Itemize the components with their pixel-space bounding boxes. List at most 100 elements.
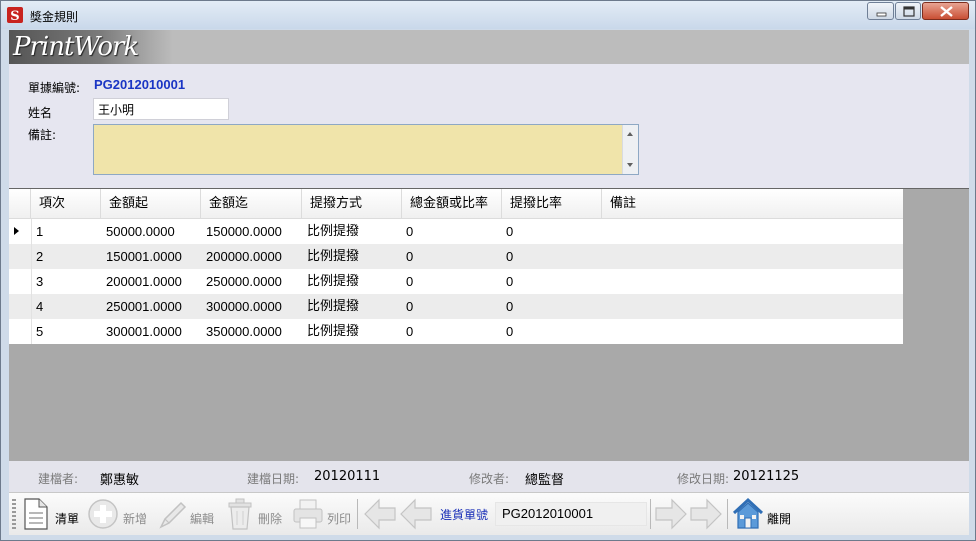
title-bar[interactable]: S 獎金規則 — [1, 1, 975, 29]
cell-method[interactable]: 比例提撥 — [307, 269, 359, 294]
current-row-icon — [14, 227, 19, 235]
last-record-button[interactable] — [689, 497, 723, 531]
cell-amount-to[interactable]: 150000.0000 — [206, 219, 282, 244]
cell-total-or-ratio[interactable]: 0 — [406, 219, 413, 244]
edit-button[interactable]: 編輯 — [157, 497, 219, 531]
scroll-down-icon[interactable] — [627, 163, 633, 167]
add-button-label: 新增 — [123, 512, 148, 526]
first-record-button[interactable] — [363, 497, 397, 531]
cell-total-or-ratio[interactable]: 0 — [406, 294, 413, 319]
cell-ratio[interactable]: 0 — [506, 244, 513, 269]
created-date-value: 20120111 — [314, 469, 381, 484]
remark-textarea[interactable] — [93, 124, 639, 175]
cell-amount-from[interactable]: 150001.0000 — [106, 244, 182, 269]
exit-button[interactable]: 離開 — [732, 497, 802, 531]
close-icon — [940, 6, 953, 17]
app-window: S 獎金規則 PrintWork 單據編號: PG2012010001 姓名 王… — [0, 0, 976, 541]
column-header-ratio[interactable]: 提撥比率 — [502, 189, 602, 218]
cell-method[interactable]: 比例提撥 — [307, 219, 359, 244]
arrow-right-icon — [655, 498, 687, 530]
cell-amount-from[interactable]: 300001.0000 — [106, 319, 182, 344]
doc-no-value: PG2012010001 — [94, 77, 186, 92]
row-header[interactable] — [9, 219, 32, 244]
cell-amount-to[interactable]: 350000.0000 — [206, 319, 282, 344]
arrow-left-icon — [400, 498, 432, 530]
toolbar-grip[interactable] — [12, 499, 16, 529]
pencil-icon — [159, 501, 187, 529]
column-header-remark[interactable]: 備註 — [602, 189, 903, 218]
cell-amount-from[interactable]: 50000.0000 — [106, 219, 175, 244]
toolbar-separator — [650, 499, 651, 529]
row-header[interactable] — [9, 319, 32, 344]
close-button[interactable] — [922, 2, 969, 20]
delete-button[interactable]: 刪除 — [225, 497, 287, 531]
table-row[interactable]: 4 250001.0000 300000.0000 比例提撥 0 0 — [9, 294, 903, 319]
cell-item[interactable]: 5 — [36, 319, 43, 344]
cell-method[interactable]: 比例提撥 — [307, 319, 359, 344]
cell-amount-from[interactable]: 250001.0000 — [106, 294, 182, 319]
name-label: 姓名 — [28, 106, 53, 120]
cell-amount-from[interactable]: 200001.0000 — [106, 269, 182, 294]
table-row[interactable]: 1 50000.0000 150000.0000 比例提撥 0 0 — [9, 219, 903, 244]
cell-item[interactable]: 1 — [36, 219, 43, 244]
cell-item[interactable]: 2 — [36, 244, 43, 269]
maximize-button[interactable] — [895, 2, 921, 20]
cell-method[interactable]: 比例提撥 — [307, 294, 359, 319]
modified-date-value: 20121125 — [733, 469, 800, 484]
window-title: 獎金規則 — [30, 10, 79, 24]
maximize-icon — [903, 6, 915, 17]
cell-ratio[interactable]: 0 — [506, 269, 513, 294]
app-logo-icon: S — [7, 7, 23, 24]
clear-button-label: 清單 — [55, 512, 80, 526]
delete-button-label: 刪除 — [258, 512, 283, 526]
cell-ratio[interactable]: 0 — [506, 219, 513, 244]
row-header[interactable] — [9, 269, 32, 294]
modified-date-label: 修改日期: — [677, 472, 730, 486]
doc-no-search-field[interactable]: PG2012010001 — [495, 502, 647, 526]
created-date-label: 建檔日期: — [247, 472, 300, 486]
cell-total-or-ratio[interactable]: 0 — [406, 319, 413, 344]
edit-button-label: 編輯 — [190, 512, 215, 526]
name-field[interactable]: 王小明 — [93, 98, 229, 120]
table-row[interactable]: 5 300001.0000 350000.0000 比例提撥 0 0 — [9, 319, 903, 344]
bottom-toolbar: 清單 新增 編輯 刪除 列印 進貨單號 PG2012010001 離開 — [9, 492, 969, 535]
cell-amount-to[interactable]: 250000.0000 — [206, 269, 282, 294]
next-record-button[interactable] — [654, 497, 688, 531]
cell-ratio[interactable]: 0 — [506, 294, 513, 319]
cell-method[interactable]: 比例提撥 — [307, 244, 359, 269]
home-icon — [732, 497, 764, 529]
detail-grid-area: 項次 金額起 金額迄 提撥方式 總金額或比率 提撥比率 備註 1 50000.0… — [9, 188, 969, 461]
add-button[interactable]: 新增 — [87, 497, 151, 531]
table-row[interactable]: 2 150001.0000 200000.0000 比例提撥 0 0 — [9, 244, 903, 269]
clear-button[interactable]: 清單 — [21, 497, 85, 531]
arrow-left-icon — [364, 498, 396, 530]
row-header[interactable] — [9, 244, 32, 269]
cell-total-or-ratio[interactable]: 0 — [406, 269, 413, 294]
cell-amount-to[interactable]: 300000.0000 — [206, 294, 282, 319]
remark-scrollbar[interactable] — [622, 125, 638, 174]
scroll-up-icon[interactable] — [627, 132, 633, 136]
previous-record-button[interactable] — [399, 497, 433, 531]
table-row[interactable]: 3 200001.0000 250000.0000 比例提撥 0 0 — [9, 269, 903, 294]
creator-value: 鄭惠敏 — [100, 473, 140, 488]
add-icon — [88, 499, 118, 529]
column-header-item[interactable]: 項次 — [31, 189, 101, 218]
cell-amount-to[interactable]: 200000.0000 — [206, 244, 282, 269]
cell-total-or-ratio[interactable]: 0 — [406, 244, 413, 269]
cell-item[interactable]: 3 — [36, 269, 43, 294]
cell-item[interactable]: 4 — [36, 294, 43, 319]
remark-label: 備註: — [28, 128, 57, 142]
minimize-button[interactable] — [867, 2, 894, 20]
print-button[interactable]: 列印 — [291, 497, 355, 531]
modifier-value: 總監督 — [525, 473, 565, 488]
grid-header: 項次 金額起 金額迄 提撥方式 總金額或比率 提撥比率 備註 — [9, 189, 903, 219]
column-header-total-or-ratio[interactable]: 總金額或比率 — [402, 189, 502, 218]
row-header[interactable] — [9, 294, 32, 319]
toolbar-separator — [727, 499, 728, 529]
column-header-method[interactable]: 提撥方式 — [302, 189, 402, 218]
cell-ratio[interactable]: 0 — [506, 319, 513, 344]
column-header-amount-from[interactable]: 金額起 — [101, 189, 201, 218]
arrow-right-icon — [690, 498, 722, 530]
detail-grid[interactable]: 項次 金額起 金額迄 提撥方式 總金額或比率 提撥比率 備註 1 50000.0… — [9, 189, 903, 344]
column-header-amount-to[interactable]: 金額迄 — [201, 189, 302, 218]
